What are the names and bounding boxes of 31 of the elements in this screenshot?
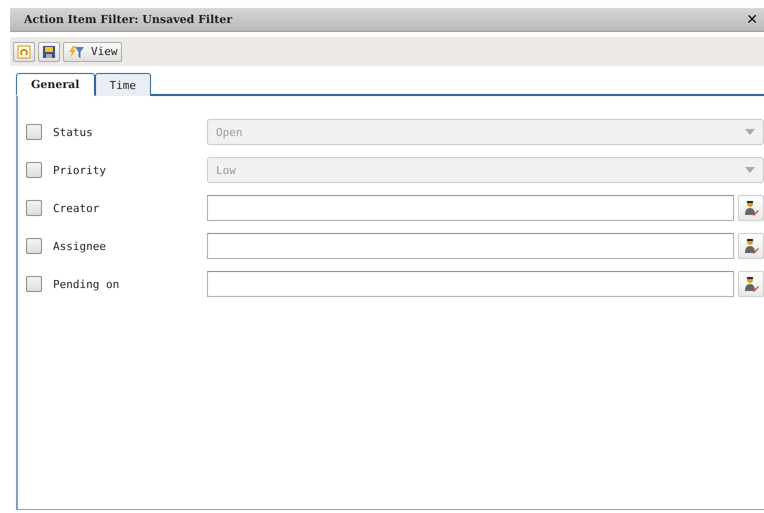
save-icon	[42, 44, 56, 58]
window-title: Action Item Filter: Unsaved Filter	[24, 13, 232, 26]
input-field[interactable]	[207, 195, 734, 221]
person-edit-icon	[743, 200, 759, 216]
tab[interactable]: Time	[94, 73, 151, 96]
tab[interactable]: General	[16, 73, 94, 96]
person-edit-icon	[743, 238, 759, 254]
field-label: Assignee	[53, 240, 107, 252]
checkbox[interactable]	[26, 276, 42, 292]
person-picker-button[interactable]	[738, 233, 764, 259]
close-button[interactable]: ✕	[746, 12, 758, 28]
refresh-button[interactable]	[13, 42, 35, 62]
view-button[interactable]: View	[63, 42, 122, 62]
dropdown-arrow-icon	[745, 167, 755, 173]
save-button[interactable]	[38, 42, 60, 62]
field-label: Creator	[53, 202, 100, 214]
dropdown-arrow-icon	[745, 129, 755, 135]
filter-icon	[67, 44, 85, 58]
field-label: Status	[53, 126, 94, 138]
person-picker-button[interactable]	[738, 195, 764, 221]
person-edit-icon	[743, 276, 759, 292]
input-field[interactable]	[207, 271, 734, 297]
checkbox[interactable]	[26, 162, 42, 178]
refresh-icon	[17, 44, 31, 58]
checkbox[interactable]	[26, 238, 42, 254]
checkbox[interactable]	[26, 200, 42, 216]
field-label: Pending on	[53, 278, 120, 290]
field-label: Priority	[53, 164, 107, 176]
person-picker-button[interactable]	[738, 271, 764, 297]
checkbox[interactable]	[26, 124, 42, 140]
input-field[interactable]	[207, 233, 734, 259]
